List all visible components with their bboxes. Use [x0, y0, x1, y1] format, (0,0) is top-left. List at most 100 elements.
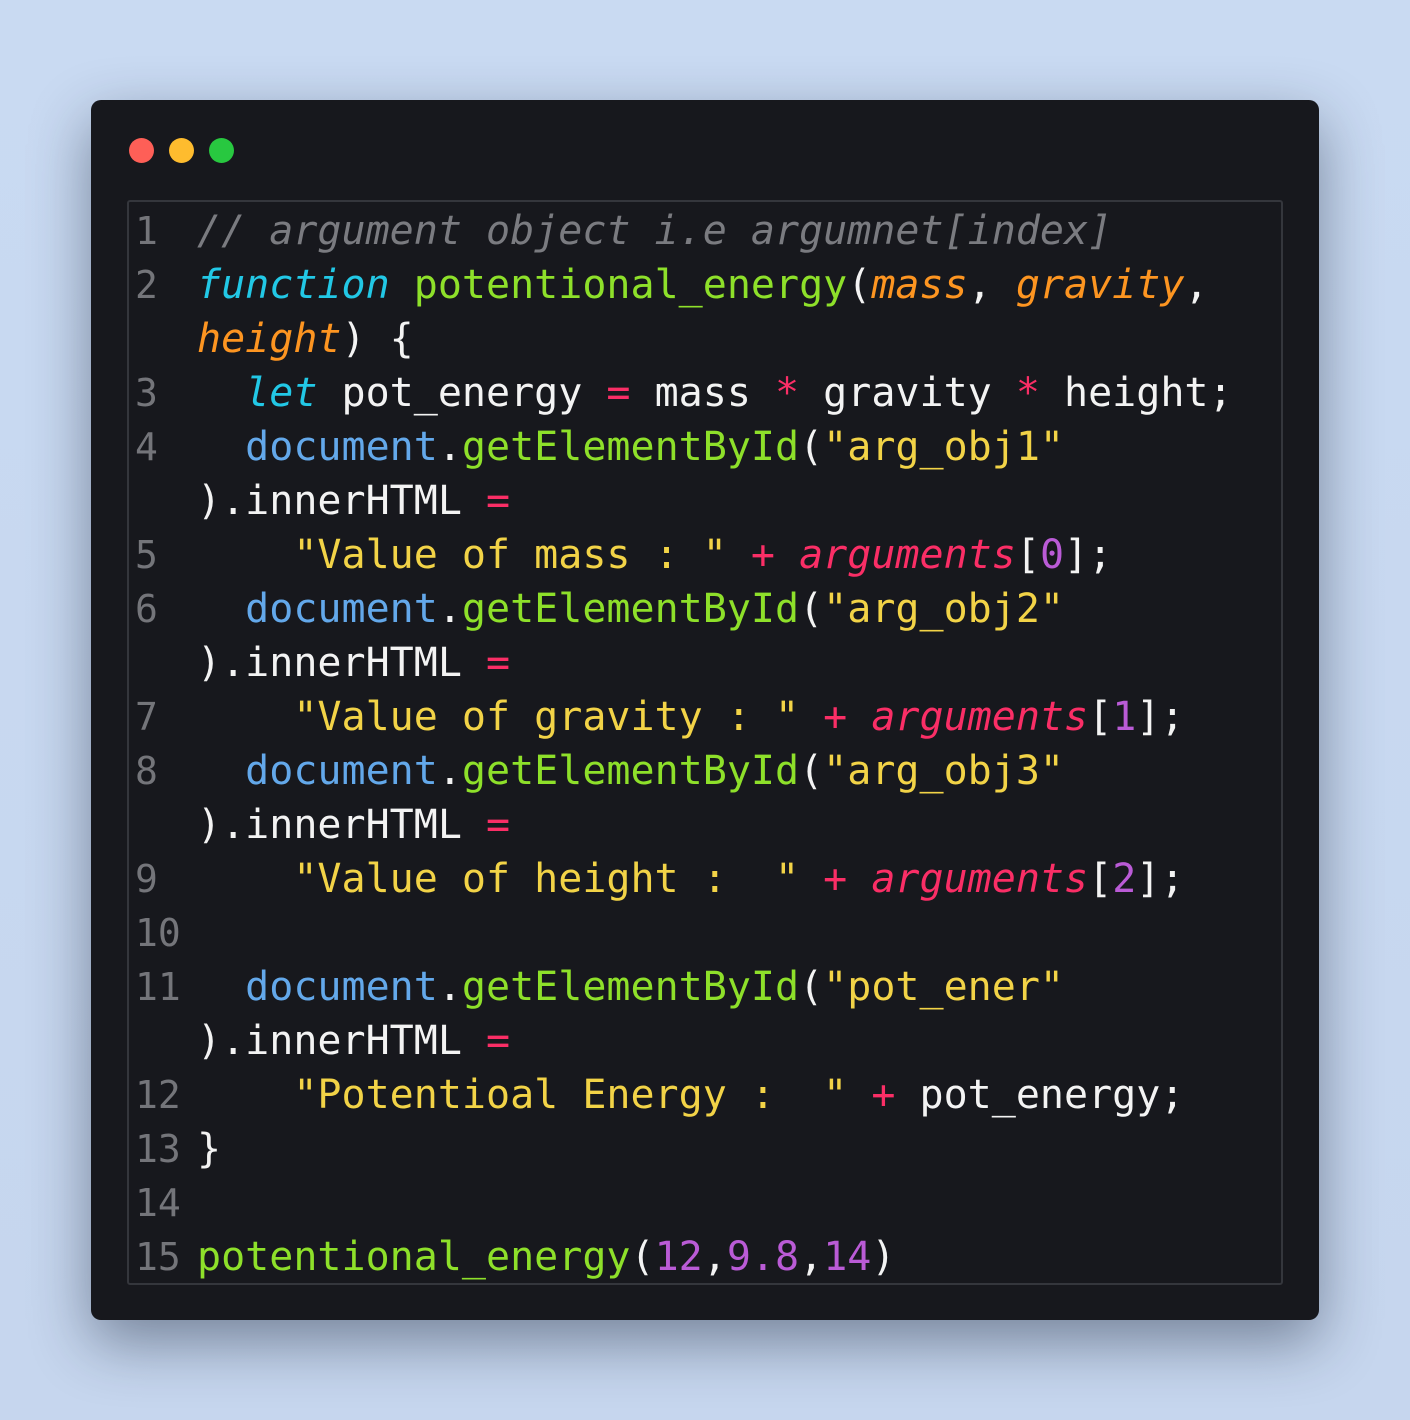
code-editor[interactable]: 1 // argument object i.e argumnet[index]… — [127, 200, 1283, 1285]
line-number: 6 — [135, 587, 158, 631]
line-number: 13 — [135, 1127, 181, 1171]
code-line: 4 document.getElementById("arg_obj1" — [129, 420, 1281, 474]
token: . — [437, 964, 462, 1010]
string: "Value of gravity : " — [293, 694, 800, 740]
token: ( — [799, 586, 824, 632]
line-number: 11 — [135, 965, 181, 1009]
token: mass — [630, 370, 775, 416]
code-text: "Value of height : " + arguments[2]; — [197, 852, 1184, 906]
string: "pot_ener" — [823, 964, 1064, 1010]
token: gravity — [799, 370, 1016, 416]
line-number: 9 — [135, 857, 158, 901]
string: "arg_obj1" — [823, 424, 1064, 470]
token: ( — [630, 1234, 655, 1280]
token: [ — [1015, 532, 1040, 578]
code-text: "Value of mass : " + arguments[0]; — [197, 528, 1112, 582]
function-call: potentional_energy — [197, 1234, 631, 1280]
code-text: "Value of gravity : " + arguments[1]; — [197, 690, 1184, 744]
code-line: 15 potentional_energy(12,9.8,14) — [129, 1230, 1281, 1283]
string: "Potentioal Energy : " — [293, 1072, 848, 1118]
string: "Value of mass : " — [293, 532, 727, 578]
number: 0 — [1039, 532, 1065, 578]
code-line: 12 "Potentioal Energy : " + pot_energy; — [129, 1068, 1281, 1122]
code-line-wrap: ).innerHTML = — [129, 798, 1281, 852]
code-text: ).innerHTML = — [197, 798, 510, 852]
token: ]; — [1136, 856, 1185, 902]
code-text: ).innerHTML = — [197, 474, 510, 528]
line-number: 12 — [135, 1073, 181, 1117]
code-text: height) { — [197, 312, 414, 366]
token: ).innerHTML — [197, 478, 486, 524]
number: 14 — [823, 1234, 872, 1280]
code-text: document.getElementById("pot_ener" — [197, 960, 1064, 1014]
maximize-icon[interactable] — [209, 138, 234, 163]
string: "arg_obj3" — [823, 748, 1064, 794]
token: pot_energy — [317, 370, 607, 416]
method: getElementById — [461, 748, 800, 794]
code-line-wrap: ).innerHTML = — [129, 474, 1281, 528]
token: ) { — [341, 316, 414, 362]
token: [ — [1088, 856, 1113, 902]
code-line: 14 — [129, 1176, 1281, 1230]
token: height; — [1039, 370, 1233, 416]
arguments-keyword: arguments — [871, 694, 1089, 740]
code-line: 7 "Value of gravity : " + arguments[1]; — [129, 690, 1281, 744]
code-line: 8 document.getElementById("arg_obj3" — [129, 744, 1281, 798]
minimize-icon[interactable] — [169, 138, 194, 163]
token: . — [437, 586, 462, 632]
line-number: 4 — [135, 425, 158, 469]
number: 2 — [1112, 856, 1137, 902]
operator: + — [750, 532, 775, 578]
code-text: ).innerHTML = — [197, 1014, 510, 1068]
token: ]; — [1064, 532, 1113, 578]
token: . — [437, 748, 462, 794]
line-number: 8 — [135, 749, 158, 793]
object: document — [245, 748, 438, 794]
line-number: 7 — [135, 695, 158, 739]
operator: + — [823, 694, 848, 740]
token: ) — [871, 1234, 896, 1280]
operator: + — [871, 1072, 896, 1118]
line-number: 10 — [135, 911, 181, 955]
token: } — [197, 1126, 222, 1172]
code-text: // argument object i.e argumnet[index] — [197, 204, 1112, 258]
token: ( — [799, 424, 824, 470]
token: ).innerHTML — [197, 802, 486, 848]
code-window: 1 // argument object i.e argumnet[index]… — [91, 100, 1319, 1320]
arguments-keyword: arguments — [799, 532, 1016, 578]
object: document — [245, 424, 438, 470]
code-text: function potentional_energy(mass, gravit… — [197, 258, 1209, 312]
code-line: 5 "Value of mass : " + arguments[0]; — [129, 528, 1281, 582]
code-line: 3 let pot_energy = mass * gravity * heig… — [129, 366, 1281, 420]
token: ]; — [1136, 694, 1185, 740]
method: getElementById — [461, 424, 800, 470]
operator: = — [485, 640, 511, 686]
line-number: 1 — [135, 209, 158, 253]
line-number: 14 — [135, 1181, 181, 1225]
code-line: 11 document.getElementById("pot_ener" — [129, 960, 1281, 1014]
code-line: 1 // argument object i.e argumnet[index] — [129, 204, 1281, 258]
code-text: "Potentioal Energy : " + pot_energy; — [197, 1068, 1184, 1122]
param: gravity — [1015, 262, 1185, 308]
operator: = — [485, 478, 511, 524]
token: ).innerHTML — [197, 1018, 486, 1064]
string: "arg_obj2" — [823, 586, 1064, 632]
token: [ — [1088, 694, 1113, 740]
code-text: let pot_energy = mass * gravity * height… — [197, 366, 1233, 420]
method: getElementById — [461, 964, 800, 1010]
number: 12 — [654, 1234, 703, 1280]
token: ).innerHTML — [197, 640, 486, 686]
close-icon[interactable] — [129, 138, 154, 163]
token: ( — [799, 748, 824, 794]
